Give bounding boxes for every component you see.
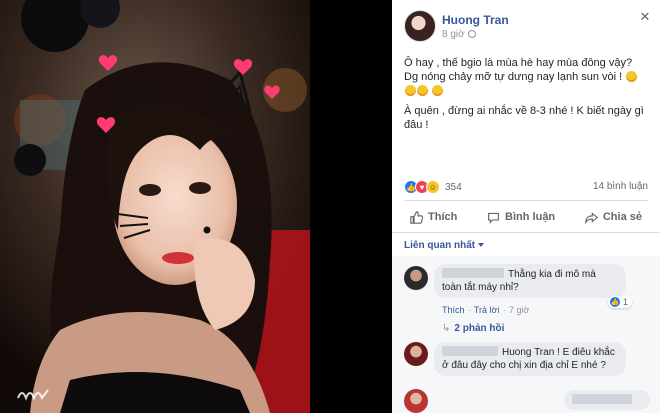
comment-label: Bình luận: [505, 211, 556, 223]
grin-emoji-icon: [417, 85, 428, 96]
like-button[interactable]: Thích: [404, 204, 463, 230]
selfie-image: [0, 0, 310, 413]
comment-icon: [488, 212, 499, 224]
commenter-avatar[interactable]: [404, 389, 428, 413]
comment-bubble: Huong Tran ! E điêu khắc ở đâu đây cho c…: [434, 342, 626, 376]
globe-icon: [467, 30, 476, 38]
comment-bubble: [564, 390, 650, 410]
share-label: Chia sẻ: [602, 211, 642, 223]
close-icon[interactable]: ✕: [638, 10, 652, 24]
comment-meta: Thích · Trả lời · 7 giờ: [442, 305, 530, 315]
post-text-line2: À quên , đừng ai nhắc về 8-3 nhé ! K biế…: [404, 105, 644, 131]
reaction-summary[interactable]: 👍 ♥ ☺ 354: [404, 180, 462, 194]
haha-reaction-icon: ☺: [426, 180, 440, 194]
comment-time[interactable]: 7 giờ: [509, 305, 529, 315]
reply-arrow-icon: ↳: [442, 323, 451, 334]
post-body: Ô hay , thế bgio là mùa hè hay mùa đông …: [404, 56, 644, 138]
thumbs-up-icon: [410, 210, 423, 224]
comment-reply-link[interactable]: Trả lời: [474, 305, 500, 315]
share-button[interactable]: Chia sẻ: [579, 204, 648, 230]
post-text-line1: Ô hay , thế bgio là mùa hè hay mùa đông …: [404, 57, 633, 83]
comment-like-link[interactable]: Thích: [442, 305, 465, 315]
view-replies-link[interactable]: ↳ 2 phản hồi: [442, 323, 504, 334]
grin-emoji-icon: [405, 85, 416, 96]
commenter-avatar[interactable]: [404, 266, 428, 290]
comment-list: Thằng kia đi mô mà toàn tắt máy nhỉ? 👍 1 …: [392, 256, 660, 413]
post-sidebar: ✕ Huong Tran 8 giờ Ô hay , thế bgio là m…: [392, 0, 660, 413]
like-reaction-icon: 👍: [610, 297, 620, 307]
like-label: Thích: [428, 211, 458, 223]
post-time[interactable]: 8 giờ: [442, 29, 476, 40]
post-photo[interactable]: [0, 0, 310, 413]
redacted-commenter-name: [572, 394, 632, 404]
grin-emoji-icon: [432, 85, 444, 96]
post-actions: Thích Bình luận Chia sẻ: [404, 204, 648, 230]
author-avatar[interactable]: [404, 10, 436, 42]
caret-down-icon: [478, 243, 485, 247]
grin-emoji-icon: [626, 71, 638, 82]
commenter-avatar[interactable]: [404, 342, 428, 366]
share-icon: [585, 211, 598, 224]
divider: [404, 200, 648, 201]
replies-count: 2 phản hồi: [454, 323, 505, 334]
comment-sort-label: Liên quan nhất: [404, 240, 476, 251]
comment-button[interactable]: Bình luận: [481, 204, 561, 230]
comment-count[interactable]: 14 bình luận: [593, 181, 648, 192]
comment-bubble: Thằng kia đi mô mà toàn tắt máy nhỉ?: [434, 264, 626, 298]
post-time-label: 8 giờ: [442, 29, 465, 40]
comment-sort-dropdown[interactable]: Liên quan nhất: [404, 240, 485, 251]
photo-viewer-gap: [310, 0, 392, 413]
redacted-commenter-name: [442, 268, 504, 278]
reaction-count: 354: [445, 181, 462, 193]
redacted-commenter-name: [442, 346, 498, 356]
comment-like-count[interactable]: 👍 1: [608, 296, 633, 308]
author-name[interactable]: Huong Tran: [442, 13, 509, 27]
divider: [392, 232, 660, 233]
comment-like-number: 1: [623, 297, 629, 307]
